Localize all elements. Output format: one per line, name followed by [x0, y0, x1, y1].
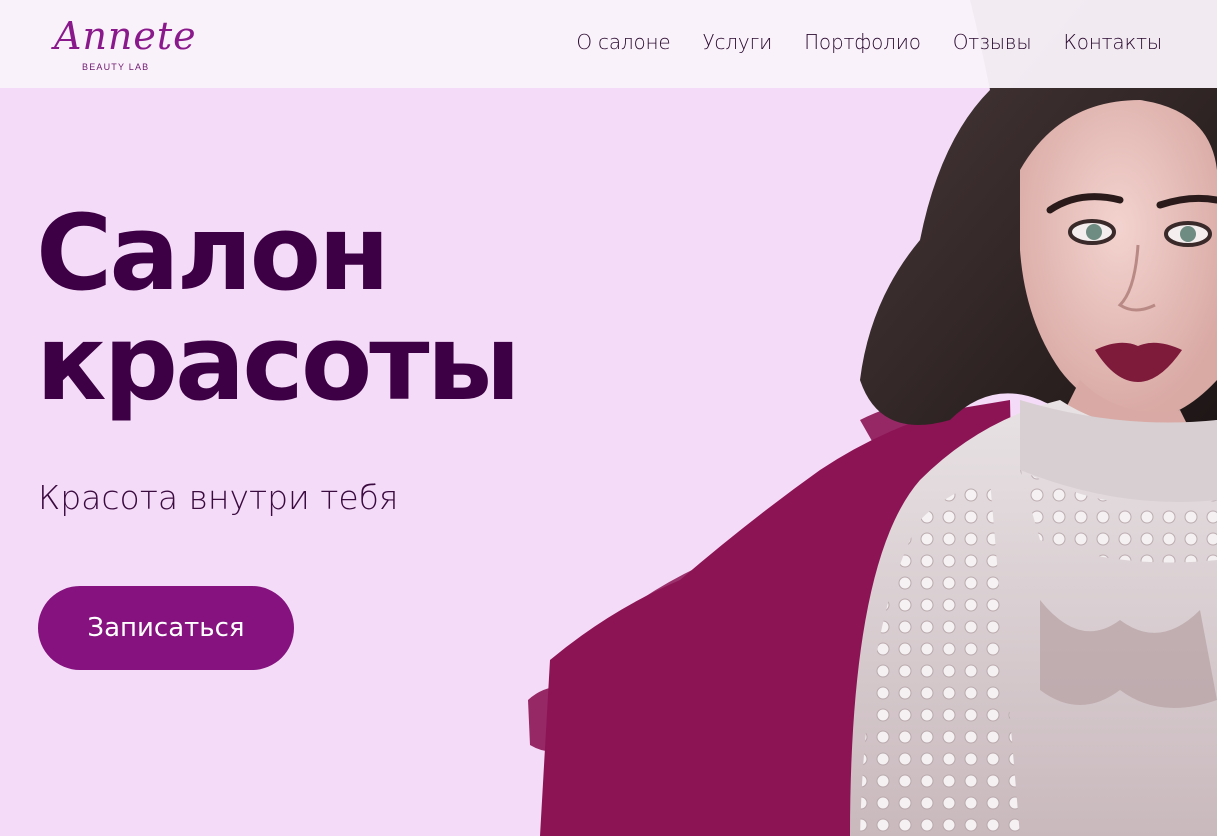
logo-script-text: Annete — [54, 14, 197, 58]
hero-title: Салон красоты — [36, 192, 521, 424]
hero-subtitle: Красота внутри тебя — [38, 478, 399, 517]
hero-image — [528, 0, 1217, 836]
hero-title-line-1: Салон — [36, 192, 390, 314]
logo-subtitle: BEAUTY LAB — [82, 62, 150, 72]
nav-link-portfolio[interactable]: Портфолио — [804, 30, 921, 54]
book-button[interactable]: Записаться — [38, 586, 294, 670]
nav-link-contacts[interactable]: Контакты — [1063, 30, 1162, 54]
logo[interactable]: Annete BEAUTY LAB — [54, 10, 197, 76]
nav-link-services[interactable]: Услуги — [702, 30, 772, 54]
nav-link-about[interactable]: О салоне — [576, 30, 670, 54]
site-header: Annete BEAUTY LAB О салоне Услуги Портфо… — [0, 0, 1217, 88]
main-nav: О салоне Услуги Портфолио Отзывы Контакт… — [576, 30, 1162, 54]
hero-title-line-2: красоты — [36, 302, 521, 424]
nav-link-reviews[interactable]: Отзывы — [953, 30, 1032, 54]
